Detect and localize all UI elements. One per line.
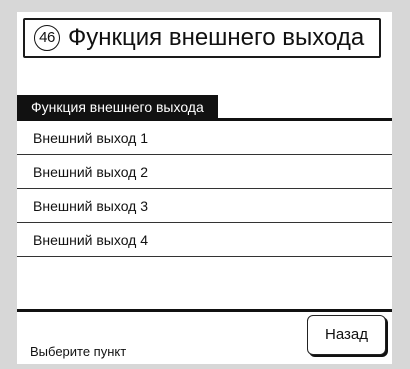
status-message: Выберите пункт (30, 344, 127, 359)
list-item-external-output-1[interactable]: Внешний выход 1 (17, 121, 392, 155)
list-item-external-output-4[interactable]: Внешний выход 4 (17, 223, 392, 257)
page-title: Функция внешнего выхода (68, 24, 365, 51)
footer-divider (17, 309, 392, 312)
title-bar: 46 Функция внешнего выхода (23, 18, 381, 58)
list-item-external-output-3[interactable]: Внешний выход 3 (17, 189, 392, 223)
section-header: Функция внешнего выхода (17, 95, 218, 119)
list-item-external-output-2[interactable]: Внешний выход 2 (17, 155, 392, 189)
back-button[interactable]: Назад (307, 315, 386, 355)
screen-number-badge: 46 (34, 25, 60, 51)
